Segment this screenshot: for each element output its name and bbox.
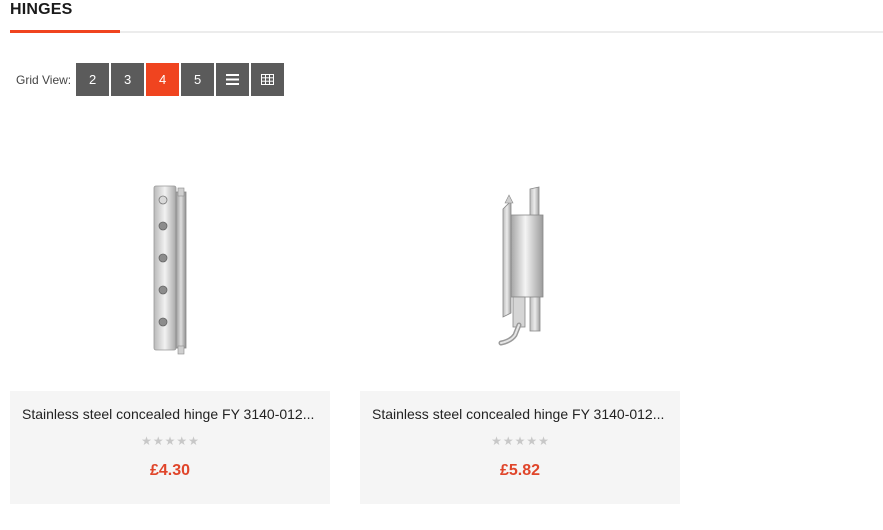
product-name-link[interactable]: Stainless steel concealed hinge FY 3140-… <box>372 406 672 422</box>
star-icon: ★ <box>141 434 152 448</box>
list-view-button[interactable] <box>216 63 250 96</box>
header-divider <box>10 31 883 33</box>
product-info: Stainless steel concealed hinge FY 3140-… <box>10 391 330 504</box>
grid-view-5-button[interactable]: 5 <box>181 63 215 96</box>
hinge-image <box>153 185 187 355</box>
header-accent-underline <box>10 30 120 33</box>
grid-view-switcher: Grid View: 2 3 4 5 <box>16 63 286 96</box>
star-icon: ★ <box>491 434 502 448</box>
table-icon <box>261 74 275 85</box>
product-name-link[interactable]: Stainless steel concealed hinge FY 3140-… <box>22 406 322 422</box>
star-icon: ★ <box>176 434 188 448</box>
star-icon: ★ <box>502 434 514 448</box>
page-header: HINGES <box>10 0 883 34</box>
grid-view-3-button[interactable]: 3 <box>111 63 145 96</box>
star-icon: ★ <box>164 434 176 448</box>
product-info: Stainless steel concealed hinge FY 3140-… <box>360 391 680 504</box>
hinge-image <box>498 186 544 346</box>
product-card: Stainless steel concealed hinge FY 3140-… <box>10 150 330 504</box>
product-image[interactable] <box>360 150 680 390</box>
star-rating: ★ ★ ★ ★ ★ <box>360 435 680 447</box>
product-price: £5.82 <box>499 462 541 479</box>
star-icon: ★ <box>188 434 199 448</box>
page-title: HINGES <box>10 1 73 18</box>
star-icon: ★ <box>538 434 549 448</box>
grid-view-label: Grid View: <box>16 72 72 87</box>
star-icon: ★ <box>526 434 538 448</box>
star-icon: ★ <box>152 434 164 448</box>
product-image[interactable] <box>10 150 330 390</box>
star-icon: ★ <box>514 434 526 448</box>
list-icon <box>226 74 240 85</box>
grid-view-4-button[interactable]: 4 <box>146 63 180 96</box>
grid-view-2-button[interactable]: 2 <box>76 63 110 96</box>
table-view-button[interactable] <box>251 63 285 96</box>
product-price: £4.30 <box>149 462 191 479</box>
star-rating: ★ ★ ★ ★ ★ <box>10 435 330 447</box>
product-card: Stainless steel concealed hinge FY 3140-… <box>360 150 680 504</box>
